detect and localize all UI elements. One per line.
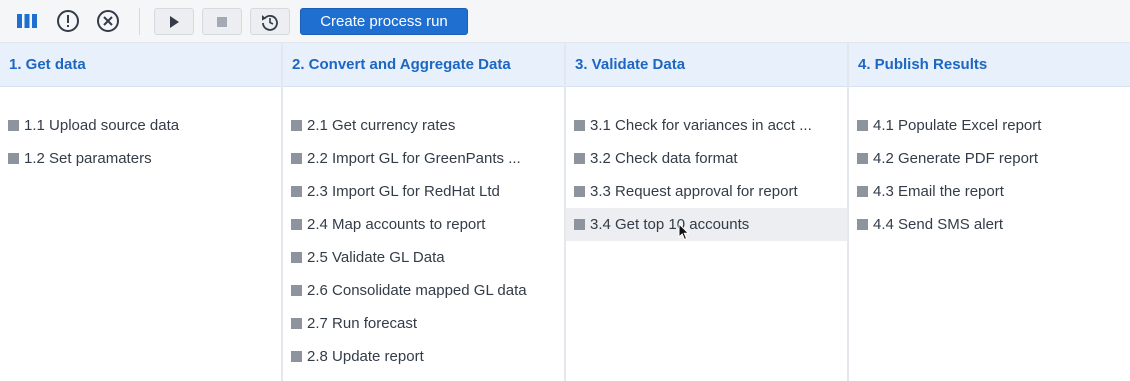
process-board: 1. Get data 1.1 Upload source data 1.2 S… [0,43,1130,381]
task-item[interactable]: 2.6 Consolidate mapped GL data [283,274,564,307]
column-convert-aggregate: 2. Convert and Aggregate Data 2.1 Get cu… [283,43,566,381]
column-header[interactable]: 2. Convert and Aggregate Data [283,43,564,87]
task-item[interactable]: 2.8 Update report [283,340,564,373]
task-item[interactable]: 4.2 Generate PDF report [849,142,1130,175]
task-item[interactable]: 3.2 Check data format [566,142,847,175]
play-icon [170,15,179,28]
task-label: 3.4 Get top 10 accounts [590,216,750,233]
column-get-data: 1. Get data 1.1 Upload source data 1.2 S… [0,43,283,381]
column-header[interactable]: 1. Get data [0,43,281,87]
task-status-icon [291,318,302,329]
task-item[interactable]: 2.1 Get currency rates [283,109,564,142]
task-status-icon [8,120,19,131]
play-button[interactable] [154,8,194,35]
task-label: 3.1 Check for variances in acct ... [590,117,812,134]
mouse-pointer-icon [678,223,690,241]
task-label: 2.6 Consolidate mapped GL data [307,282,527,299]
task-list: 1.1 Upload source data 1.2 Set paramater… [0,87,281,175]
task-item[interactable]: 2.3 Import GL for RedHat Ltd [283,175,564,208]
task-label: 4.2 Generate PDF report [873,150,1039,167]
task-item[interactable]: 4.1 Populate Excel report [849,109,1130,142]
task-label: 2.3 Import GL for RedHat Ltd [307,183,500,200]
task-item-hovered[interactable]: 3.4 Get top 10 accounts [566,208,847,241]
column-publish-results: 4. Publish Results 4.1 Populate Excel re… [849,43,1130,381]
task-item[interactable]: 3.1 Check for variances in acct ... [566,109,847,142]
columns-icon[interactable] [13,7,41,35]
toolbar-divider [139,8,140,35]
column-header[interactable]: 3. Validate Data [566,43,847,87]
task-list: 3.1 Check for variances in acct ... 3.2 … [566,87,847,241]
task-status-icon [291,285,302,296]
task-label: 2.2 Import GL for GreenPants ... [307,150,521,167]
task-status-icon [291,219,302,230]
task-label: 1.2 Set paramaters [24,150,152,167]
task-status-icon [291,153,302,164]
reset-icon [262,14,278,31]
task-status-icon [574,120,585,131]
task-label: 3.2 Check data format [590,150,738,167]
task-status-icon [291,351,302,362]
reset-button[interactable] [250,8,290,35]
stop-icon [217,16,227,27]
task-list: 2.1 Get currency rates 2.2 Import GL for… [283,87,564,373]
task-label: 2.4 Map accounts to report [307,216,486,233]
task-status-icon [857,120,868,131]
task-label: 3.3 Request approval for report [590,183,798,200]
task-status-icon [857,186,868,197]
task-status-icon [291,120,302,131]
stop-button[interactable] [202,8,242,35]
task-status-icon [574,219,585,230]
task-label: 4.4 Send SMS alert [873,216,1004,233]
column-validate-data: 3. Validate Data 3.1 Check for variances… [566,43,849,381]
task-item[interactable]: 4.3 Email the report [849,175,1130,208]
cancel-icon[interactable] [94,7,122,35]
task-label: 4.3 Email the report [873,183,1004,200]
task-item[interactable]: 1.1 Upload source data [0,109,281,142]
create-process-run-button[interactable]: Create process run [300,8,468,35]
task-item[interactable]: 4.4 Send SMS alert [849,208,1130,241]
task-status-icon [574,153,585,164]
task-item[interactable]: 3.3 Request approval for report [566,175,847,208]
task-item[interactable]: 2.7 Run forecast [283,307,564,340]
task-status-icon [291,186,302,197]
task-label: 2.8 Update report [307,348,424,365]
alert-icon[interactable] [54,7,82,35]
task-status-icon [857,153,868,164]
task-list: 4.1 Populate Excel report 4.2 Generate P… [849,87,1130,241]
task-item[interactable]: 2.4 Map accounts to report [283,208,564,241]
task-status-icon [291,252,302,263]
task-item[interactable]: 2.5 Validate GL Data [283,241,564,274]
task-item[interactable]: 2.2 Import GL for GreenPants ... [283,142,564,175]
column-header[interactable]: 4. Publish Results [849,43,1130,87]
task-label: 2.5 Validate GL Data [307,249,445,266]
task-label: 2.1 Get currency rates [307,117,456,134]
toolbar: Create process run [0,0,1130,43]
task-status-icon [857,219,868,230]
task-label: 4.1 Populate Excel report [873,117,1042,134]
task-status-icon [574,186,585,197]
task-label: 2.7 Run forecast [307,315,418,332]
task-status-icon [8,153,19,164]
task-label: 1.1 Upload source data [24,117,180,134]
task-item[interactable]: 1.2 Set paramaters [0,142,281,175]
